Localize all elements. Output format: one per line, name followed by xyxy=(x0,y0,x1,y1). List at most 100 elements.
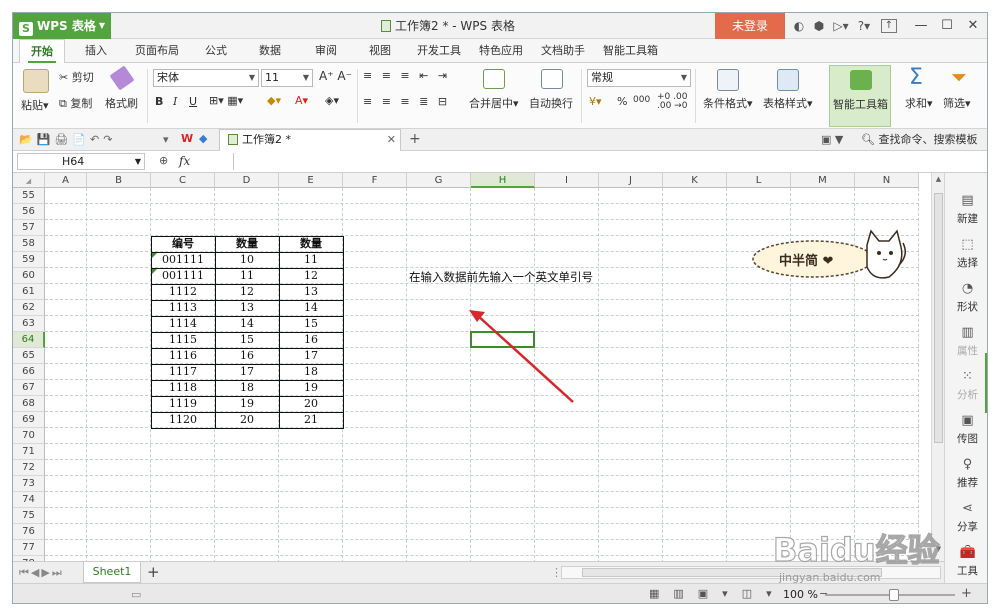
table-cell[interactable]: 16 xyxy=(215,348,279,364)
panel-icons[interactable]: ▣ ▼ xyxy=(821,133,843,146)
table-cell[interactable]: 20 xyxy=(279,396,343,412)
table-style-button[interactable]: 表格样式▾ xyxy=(763,95,813,111)
close-button[interactable]: ✕ xyxy=(959,13,987,39)
task-pane-analysis[interactable]: ⁙ 分析 xyxy=(945,369,987,402)
restore-ribbon-icon[interactable]: ↑ xyxy=(881,19,897,33)
row-header-55[interactable]: 55 xyxy=(13,188,45,204)
filter-icon[interactable]: ⏷ xyxy=(951,65,967,89)
percent-button[interactable]: % xyxy=(617,95,627,108)
column-header-f[interactable]: F xyxy=(343,173,407,188)
conditional-format-button[interactable]: 条件格式▾ xyxy=(703,95,753,111)
conditional-format-icon[interactable] xyxy=(717,69,739,91)
text-number-indicator-icon[interactable] xyxy=(152,269,157,274)
row-header-57[interactable]: 57 xyxy=(13,220,45,236)
clear-format-icon[interactable]: ◈▾ xyxy=(325,94,339,107)
sheet-nav-icons[interactable]: ⏮◀▶⏭ xyxy=(19,566,64,580)
tab-data[interactable]: 数据 xyxy=(259,39,281,63)
row-header-68[interactable]: 68 xyxy=(13,396,45,412)
column-header-d[interactable]: D xyxy=(215,173,279,188)
table-cell[interactable]: 1115 xyxy=(151,332,215,348)
table-cell[interactable]: 16 xyxy=(279,332,343,348)
table-cell[interactable]: 18 xyxy=(215,380,279,396)
zoom-slider-knob[interactable] xyxy=(889,589,899,601)
tab-developer[interactable]: 开发工具 xyxy=(417,39,461,63)
text-number-indicator-icon[interactable] xyxy=(152,253,157,258)
row-header-74[interactable]: 74 xyxy=(13,492,45,508)
copy-button[interactable]: ⧉ 复制 xyxy=(59,95,92,111)
login-button[interactable]: 未登录 xyxy=(715,13,785,39)
table-cell[interactable]: 19 xyxy=(215,396,279,412)
row-header-62[interactable]: 62 xyxy=(13,300,45,316)
table-cell[interactable]: 17 xyxy=(279,348,343,364)
row-header-69[interactable]: 69 xyxy=(13,412,45,428)
feedback-icon[interactable]: ▷▾ xyxy=(831,17,851,35)
scroll-up-icon[interactable]: ▲ xyxy=(933,175,944,183)
merge-center-button[interactable]: 合并居中▾ xyxy=(469,95,519,111)
sheet-tab-sheet1[interactable]: Sheet1 xyxy=(83,562,141,583)
maximize-button[interactable]: ☐ xyxy=(933,13,961,39)
sum-button[interactable]: 求和▾ xyxy=(905,95,933,111)
table-cell[interactable]: 14 xyxy=(279,300,343,316)
increase-font-icon[interactable]: A⁺ A⁻ xyxy=(319,69,352,83)
table-header-cell[interactable]: 数量 xyxy=(279,236,343,252)
horizontal-align-icons[interactable]: ≡ ≡ ≡ ≣ ⊟ xyxy=(363,95,450,108)
column-header-a[interactable]: A xyxy=(45,173,87,188)
scroll-down-icon[interactable]: ▼ xyxy=(933,545,944,553)
horizontal-scrollbar[interactable] xyxy=(561,566,941,579)
table-cell[interactable]: 1118 xyxy=(151,380,215,396)
table-cell[interactable]: 13 xyxy=(279,284,343,300)
tab-view[interactable]: 视图 xyxy=(369,39,391,63)
new-tab-button[interactable]: + xyxy=(409,131,421,147)
row-header-65[interactable]: 65 xyxy=(13,348,45,364)
task-pane-tools[interactable]: 🧰 工具 xyxy=(945,545,987,578)
row-header-72[interactable]: 72 xyxy=(13,460,45,476)
font-size-select[interactable]: 11 ▼ xyxy=(261,69,313,87)
task-pane-select[interactable]: ⬚ 选择 xyxy=(945,237,987,270)
table-cell[interactable]: 21 xyxy=(279,412,343,428)
table-cell[interactable]: 1116 xyxy=(151,348,215,364)
row-header-71[interactable]: 71 xyxy=(13,444,45,460)
bold-button[interactable]: B xyxy=(155,95,163,108)
row-header-64[interactable]: 64 xyxy=(13,332,45,348)
table-cell[interactable]: 10 xyxy=(215,252,279,268)
zoom-lens-icon[interactable]: ⊕ xyxy=(159,154,168,167)
column-header-k[interactable]: K xyxy=(663,173,727,188)
macro-icon[interactable]: ▭ xyxy=(131,588,141,601)
tab-review[interactable]: 审阅 xyxy=(315,39,337,63)
fill-color-icon[interactable]: ◆▾ xyxy=(267,94,281,107)
row-header-70[interactable]: 70 xyxy=(13,428,45,444)
command-search[interactable]: 🔍︎ 查找命令、搜索模板 xyxy=(861,129,977,151)
italic-button[interactable]: I xyxy=(173,95,177,108)
row-header-61[interactable]: 61 xyxy=(13,284,45,300)
number-format-select[interactable]: 常规 ▼ xyxy=(587,69,691,87)
instruction-note[interactable]: 在输入数据前先输入一个英文单引号 xyxy=(409,269,593,285)
quick-access-icons[interactable]: 📂💾🖨📄↶↷ xyxy=(19,133,117,146)
table-header-cell[interactable]: 数量 xyxy=(215,236,279,252)
spreadsheet-grid[interactable]: A B C D E F G H I J K L M N ◢ 55 56 57 58 59 60 61 62 63 64 65 66 6… xyxy=(13,173,931,561)
paste-icon[interactable] xyxy=(23,69,49,93)
task-pane-share[interactable]: ⋖ 分享 xyxy=(945,501,987,534)
table-header-cell[interactable]: 编号 xyxy=(151,236,215,252)
settings-icon[interactable]: ⬢ xyxy=(811,17,827,35)
table-cell[interactable]: 001111 xyxy=(151,252,215,268)
cube-icon[interactable]: ◆ xyxy=(199,132,207,145)
row-header-76[interactable]: 76 xyxy=(13,524,45,540)
table-cell[interactable]: 1117 xyxy=(151,364,215,380)
zoom-in-button[interactable]: + xyxy=(961,586,972,601)
column-header-n[interactable]: N xyxy=(855,173,919,188)
column-header-l[interactable]: L xyxy=(727,173,791,188)
format-painter-button[interactable]: 格式刷 xyxy=(105,95,138,111)
filter-button[interactable]: 筛选▾ xyxy=(943,95,971,111)
table-cell[interactable]: 20 xyxy=(215,412,279,428)
column-header-h[interactable]: H xyxy=(471,173,535,188)
customize-quickbar-icon[interactable]: ▾ xyxy=(163,133,169,146)
tab-page-layout[interactable]: 页面布局 xyxy=(135,39,179,63)
table-cell[interactable]: 1119 xyxy=(151,396,215,412)
table-cell[interactable]: 17 xyxy=(215,364,279,380)
column-header-c[interactable]: C xyxy=(151,173,215,188)
column-header-e[interactable]: E xyxy=(279,173,343,188)
vertical-scroll-thumb[interactable] xyxy=(934,193,943,443)
merge-center-icon[interactable] xyxy=(483,69,505,89)
table-cell[interactable]: 12 xyxy=(279,268,343,284)
table-cell[interactable]: 15 xyxy=(215,332,279,348)
